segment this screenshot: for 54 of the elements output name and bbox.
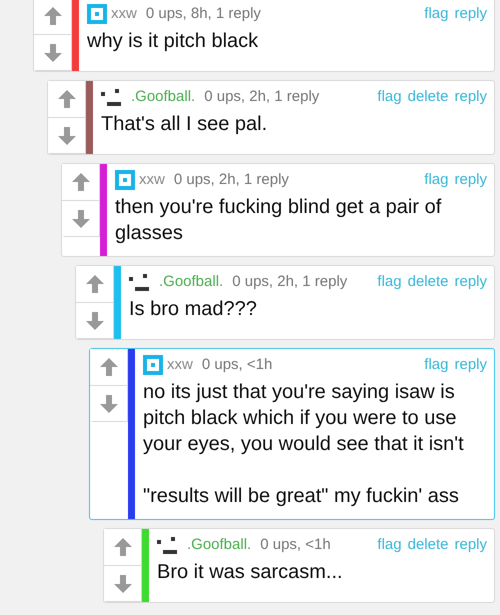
arrow-up-icon <box>56 89 76 109</box>
comment-meta: 0 ups, 2h, 1 reply <box>204 87 320 107</box>
avatar-icon <box>143 355 163 375</box>
arrow-up-icon <box>84 274 104 294</box>
comment-meta: 0 ups, 8h, 1 reply <box>146 4 261 24</box>
username-link[interactable]: .Goofball. <box>131 86 196 108</box>
arrow-down-icon <box>70 208 90 228</box>
action-link[interactable]: delete <box>408 534 448 556</box>
username-link[interactable]: .Goofball. <box>159 271 224 293</box>
arrow-up-icon <box>70 172 90 192</box>
comment-text: That's all I see pal. <box>101 112 268 137</box>
arrow-down-icon <box>98 394 118 414</box>
downvote-button[interactable] <box>48 117 85 153</box>
downvote-button[interactable] <box>34 34 71 70</box>
comment-text: then you're fucking blind get a pair of glasses <box>115 195 442 246</box>
action-link[interactable]: flag <box>377 86 402 108</box>
action-link[interactable]: reply <box>454 3 487 25</box>
downvote-button[interactable] <box>104 565 141 601</box>
arrow-up-icon <box>42 6 62 26</box>
arrow-down-icon <box>84 310 104 330</box>
comment-text: Bro it was sarcasm... <box>157 560 344 585</box>
arrow-up-icon <box>112 537 132 557</box>
action-link[interactable]: reply <box>454 534 487 556</box>
action-link[interactable]: flag <box>424 169 448 191</box>
action-link[interactable]: flag <box>424 354 448 376</box>
action-link[interactable]: flag <box>424 3 448 25</box>
action-link[interactable]: reply <box>454 169 487 191</box>
comment-text: why is it pitch black <box>87 29 260 54</box>
username-link[interactable]: .Goofball. <box>187 534 252 556</box>
arrow-down-icon <box>56 126 76 146</box>
username-link[interactable]: xxw <box>167 354 193 376</box>
action-link[interactable]: reply <box>454 271 487 293</box>
comment-text: Is bro mad??? <box>129 297 258 322</box>
action-link[interactable]: reply <box>454 86 487 108</box>
username-link[interactable]: xxw <box>111 3 137 25</box>
avatar-icon <box>87 4 107 24</box>
action-link[interactable]: flag <box>377 271 402 293</box>
action-link[interactable]: delete <box>408 271 448 293</box>
action-link[interactable]: delete <box>408 86 448 108</box>
downvote-button[interactable] <box>62 200 99 236</box>
downvote-button[interactable] <box>76 302 113 338</box>
username-link[interactable]: xxw <box>139 169 165 191</box>
arrow-down-icon <box>112 574 132 594</box>
comment-text: no its just that you're saying isaw is pitch black which if you were to use your eyes, you would see that it isn't "results will be great" my fuckin' ass <box>143 380 465 509</box>
comment-meta: 0 ups, 2h, 1 reply <box>174 170 289 190</box>
action-link[interactable]: reply <box>454 354 487 376</box>
arrow-up-icon <box>98 357 118 377</box>
downvote-button[interactable] <box>90 385 127 421</box>
comment-meta: 0 ups, <1h <box>202 355 272 375</box>
comment-meta: 0 ups, 2h, 1 reply <box>232 272 348 292</box>
comment-meta: 0 ups, <1h <box>260 535 331 555</box>
action-link[interactable]: flag <box>377 534 402 556</box>
avatar-icon <box>115 170 135 190</box>
arrow-down-icon <box>42 42 62 62</box>
